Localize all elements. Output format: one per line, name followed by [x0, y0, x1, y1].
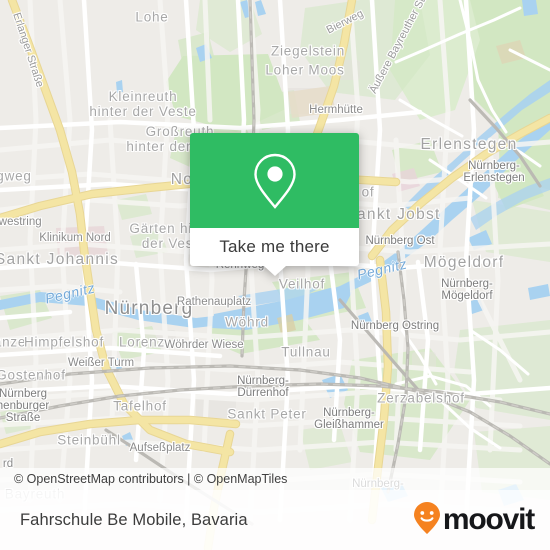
place-popup-card[interactable]: Take me there [190, 133, 359, 276]
moovit-wordmark: moovit [442, 503, 535, 536]
take-me-there-button[interactable]: Take me there [190, 228, 359, 266]
place-title: Fahrschule Be Mobile, Bavaria [20, 510, 248, 529]
footer-bar: Fahrschule Be Mobile, Bavaria moovit [0, 490, 550, 550]
popup-pointer-tail [263, 266, 286, 276]
map-attribution-bar: © OpenStreetMap contributors | © OpenMap… [0, 468, 550, 490]
map-attribution-text[interactable]: © OpenStreetMap contributors | © OpenMap… [0, 472, 287, 486]
moovit-logo[interactable]: moovit [412, 501, 550, 540]
popup-image-area [190, 133, 359, 228]
location-pin-icon [248, 150, 302, 212]
take-me-there-label: Take me there [219, 237, 330, 256]
map-screenshot: .land { fill:#eeecE8; } .green { fill:#d… [0, 0, 550, 550]
moovit-pin-icon [412, 501, 442, 540]
